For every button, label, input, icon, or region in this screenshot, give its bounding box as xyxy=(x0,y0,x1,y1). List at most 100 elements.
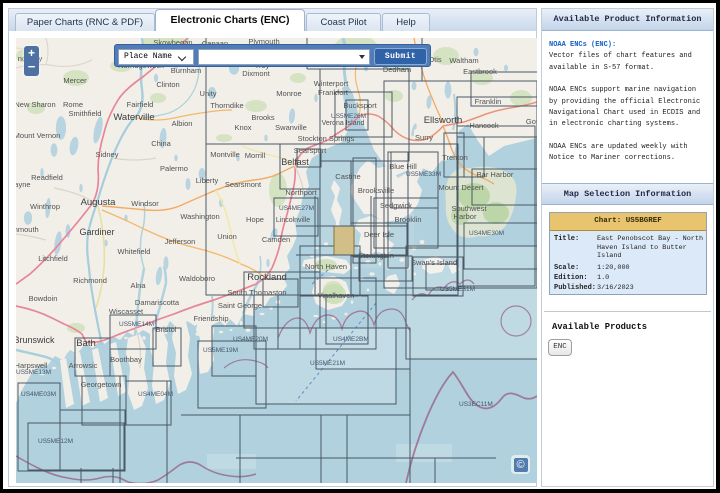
svg-text:Jefferson: Jefferson xyxy=(165,237,196,246)
svg-text:Albion: Albion xyxy=(172,119,193,128)
svg-text:Castine: Castine xyxy=(335,172,360,181)
svg-text:Saint George: Saint George xyxy=(218,301,262,310)
svg-text:Morrill: Morrill xyxy=(245,151,266,160)
svg-text:Swan's Island: Swan's Island xyxy=(411,258,457,267)
svg-text:Union: Union xyxy=(217,232,237,241)
svg-text:Smithfield: Smithfield xyxy=(69,109,102,118)
svg-text:Hancock: Hancock xyxy=(469,121,498,130)
svg-text:Montville: Montville xyxy=(210,150,240,159)
svg-text:Swanville: Swanville xyxy=(275,123,307,132)
svg-text:Monroe: Monroe xyxy=(276,89,301,98)
svg-text:North Haven: North Haven xyxy=(305,262,347,271)
svg-text:Vinalhaven: Vinalhaven xyxy=(318,291,355,300)
svg-text:Searsport: Searsport xyxy=(294,146,327,155)
svg-text:US4ME04M: US4ME04M xyxy=(138,391,173,398)
svg-text:Boothbay: Boothbay xyxy=(110,355,142,364)
svg-text:Franklin: Franklin xyxy=(475,97,502,106)
svg-text:Bar Harbor: Bar Harbor xyxy=(477,170,514,179)
svg-text:Surry: Surry xyxy=(415,133,433,142)
svg-text:China: China xyxy=(151,139,171,148)
svg-text:Verona Island: Verona Island xyxy=(322,120,365,127)
svg-text:US5ME33M: US5ME33M xyxy=(406,171,441,178)
svg-text:Thorndike: Thorndike xyxy=(210,101,243,110)
svg-text:US5ME31M: US5ME31M xyxy=(440,286,475,293)
svg-text:Sedgwick: Sedgwick xyxy=(380,201,412,210)
svg-text:Winthrop: Winthrop xyxy=(30,202,60,211)
svg-text:Waltham: Waltham xyxy=(449,56,478,65)
svg-text:Wayne: Wayne xyxy=(16,180,31,189)
svg-text:Mercer: Mercer xyxy=(63,76,87,85)
svg-text:Harpswell: Harpswell xyxy=(16,361,48,370)
svg-text:Bath: Bath xyxy=(76,338,96,349)
svg-text:Blue Hill: Blue Hill xyxy=(389,162,417,171)
svg-text:Arrowsic: Arrowsic xyxy=(69,361,98,370)
svg-text:Deer Isle: Deer Isle xyxy=(364,230,394,239)
svg-text:Fairfield: Fairfield xyxy=(127,100,154,109)
svg-text:Mount Desert: Mount Desert xyxy=(438,183,484,192)
svg-text:Friendship: Friendship xyxy=(193,314,228,323)
svg-text:Lincolnville: Lincolnville xyxy=(276,217,310,224)
svg-text:Winterport: Winterport xyxy=(314,79,350,88)
svg-text:Monmouth: Monmouth xyxy=(16,225,39,234)
svg-text:Wiscasset: Wiscasset xyxy=(109,307,144,316)
svg-text:Georgetown: Georgetown xyxy=(81,380,122,389)
svg-text:Searsmont: Searsmont xyxy=(225,180,262,189)
svg-text:US5ME26M: US5ME26M xyxy=(331,113,366,120)
svg-text:US5ME14M: US5ME14M xyxy=(119,321,154,328)
svg-text:US3EC11M: US3EC11M xyxy=(459,401,493,408)
svg-text:Augusta: Augusta xyxy=(81,197,117,208)
svg-text:Brooksville: Brooksville xyxy=(358,186,394,195)
svg-text:Brunswick: Brunswick xyxy=(16,335,55,345)
svg-text:Harbor: Harbor xyxy=(454,212,477,221)
svg-text:New Sharon: New Sharon xyxy=(16,100,56,109)
svg-text:US5ME13M: US5ME13M xyxy=(16,369,51,376)
svg-text:US5ME21M: US5ME21M xyxy=(310,360,345,367)
svg-text:Dixmont: Dixmont xyxy=(242,69,270,78)
svg-text:Ellsworth: Ellsworth xyxy=(424,115,463,126)
svg-text:US4ME2BM: US4ME2BM xyxy=(333,336,369,343)
svg-text:Rockland: Rockland xyxy=(247,272,287,283)
svg-text:Hope: Hope xyxy=(246,215,264,224)
svg-text:Liberty: Liberty xyxy=(196,176,219,185)
svg-text:Richmond: Richmond xyxy=(73,276,107,285)
svg-text:Windsor: Windsor xyxy=(131,199,159,208)
svg-text:Brooks: Brooks xyxy=(251,113,275,122)
svg-text:US5ME12M: US5ME12M xyxy=(38,438,73,445)
svg-text:Mount Vernon: Mount Vernon xyxy=(16,131,60,140)
svg-text:South Thomaston: South Thomaston xyxy=(227,288,286,297)
svg-text:Unity: Unity xyxy=(199,89,216,98)
svg-text:Brooklin: Brooklin xyxy=(394,215,421,224)
svg-text:Rome: Rome xyxy=(63,100,83,109)
svg-text:Knox: Knox xyxy=(234,123,251,132)
svg-text:Washington: Washington xyxy=(180,212,219,221)
svg-text:Damariscotta: Damariscotta xyxy=(135,298,180,307)
svg-text:Eastbrook: Eastbrook xyxy=(463,67,497,76)
svg-text:US5ME19M: US5ME19M xyxy=(203,347,238,354)
svg-text:Gardiner: Gardiner xyxy=(79,227,114,237)
svg-text:Bucksport: Bucksport xyxy=(343,101,377,110)
svg-text:Sidney: Sidney xyxy=(96,150,119,159)
svg-text:Northport: Northport xyxy=(285,188,317,197)
svg-text:US4ME30M: US4ME30M xyxy=(469,230,504,237)
svg-text:Readfield: Readfield xyxy=(31,173,63,182)
svg-text:Palermo: Palermo xyxy=(160,164,188,173)
svg-text:Frankfort: Frankfort xyxy=(318,88,349,97)
svg-text:Stonington: Stonington xyxy=(358,251,394,260)
svg-text:Trenton: Trenton xyxy=(442,153,468,162)
svg-text:Waterville: Waterville xyxy=(113,112,154,123)
svg-text:Burnham: Burnham xyxy=(171,66,201,75)
svg-text:Stockton Springs: Stockton Springs xyxy=(298,134,355,143)
svg-text:Camden: Camden xyxy=(262,235,290,244)
svg-text:US4ME03M: US4ME03M xyxy=(21,391,56,398)
svg-text:Bowdoin: Bowdoin xyxy=(29,294,58,303)
svg-text:US4ME20M: US4ME20M xyxy=(233,336,268,343)
svg-text:Gou: Gou xyxy=(526,117,537,126)
svg-text:Bristol: Bristol xyxy=(156,325,177,334)
svg-text:Litchfield: Litchfield xyxy=(38,254,68,263)
svg-text:Whitefield: Whitefield xyxy=(118,247,151,256)
svg-text:Clinton: Clinton xyxy=(156,80,179,89)
svg-text:Belfast: Belfast xyxy=(281,157,309,167)
svg-text:Waldoboro: Waldoboro xyxy=(179,274,215,283)
svg-text:Alna: Alna xyxy=(130,281,146,290)
svg-text:US4ME27M: US4ME27M xyxy=(279,205,314,212)
